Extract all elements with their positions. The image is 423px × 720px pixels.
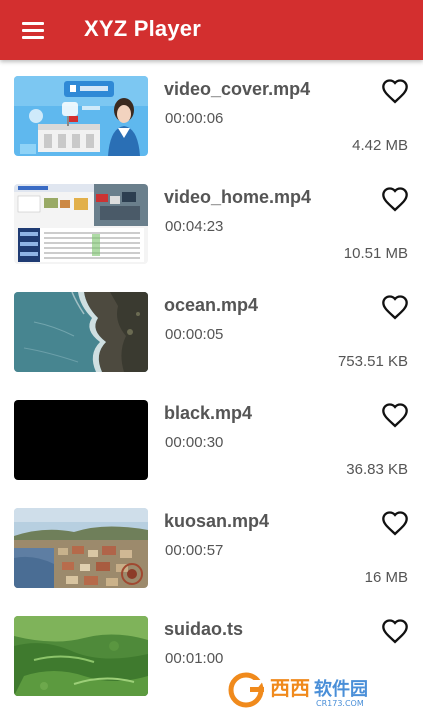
- video-duration: 00:04:23: [165, 218, 224, 235]
- video-name: video_cover.mp4: [164, 79, 311, 99]
- video-thumbnail[interactable]: [14, 76, 148, 156]
- video-name: suidao.ts: [164, 619, 244, 639]
- video-size: 16 MB: [364, 569, 408, 586]
- video-duration: 00:00:05: [165, 326, 224, 343]
- video-size: 753.51 KB: [337, 353, 408, 370]
- site-logo-watermark: 西西 软件园 CR173.COM: [228, 672, 368, 708]
- video-size: 10.51 MB: [343, 245, 408, 262]
- video-list-item[interactable]: black.mp4 00:00:30 36.83 KB: [0, 384, 423, 492]
- favorite-heart-icon[interactable]: [381, 510, 409, 536]
- video-thumbnail[interactable]: [14, 184, 148, 264]
- favorite-heart-icon[interactable]: [381, 294, 409, 320]
- video-duration: 00:01:00: [165, 650, 224, 667]
- favorite-heart-icon[interactable]: [381, 402, 409, 428]
- video-duration: 00:00:06: [165, 110, 224, 127]
- video-size: 36.83 KB: [346, 461, 408, 478]
- favorite-heart-icon[interactable]: [381, 618, 409, 644]
- video-list-item[interactable]: kuosan.mp4 00:00:57 16 MB: [0, 492, 423, 600]
- svg-text:CR173.COM: CR173.COM: [316, 699, 364, 708]
- hamburger-menu-icon[interactable]: [14, 12, 52, 48]
- video-list-item[interactable]: ocean.mp4 00:00:05 753.51 KB: [0, 276, 423, 384]
- video-thumbnail[interactable]: [14, 292, 148, 372]
- favorite-heart-icon[interactable]: [381, 186, 409, 212]
- watermark-overlay: 西西 软件园 CR173.COM: [222, 668, 418, 712]
- svg-text:西西: 西西: [270, 676, 310, 700]
- video-list[interactable]: video_cover.mp4 00:00:06 4.42 MB video_h…: [0, 60, 423, 720]
- video-size: 4.42 MB: [352, 137, 408, 154]
- video-name: black.mp4: [164, 403, 253, 423]
- svg-text:软件园: 软件园: [314, 678, 368, 700]
- video-thumbnail[interactable]: [14, 508, 148, 588]
- video-duration: 00:00:57: [165, 542, 224, 559]
- video-thumbnail[interactable]: [14, 616, 148, 696]
- video-duration: 00:00:30: [165, 434, 224, 451]
- video-name: video_home.mp4: [164, 187, 312, 207]
- app-title: XYZ Player: [84, 16, 201, 41]
- video-list-item[interactable]: video_cover.mp4 00:00:06 4.42 MB: [0, 60, 423, 168]
- video-name: kuosan.mp4: [164, 511, 270, 531]
- video-thumbnail[interactable]: [14, 400, 148, 480]
- favorite-heart-icon[interactable]: [381, 78, 409, 104]
- video-name: ocean.mp4: [164, 295, 259, 315]
- app-bar: XYZ Player: [0, 0, 423, 60]
- video-list-item[interactable]: video_home.mp4 00:04:23 10.51 MB: [0, 168, 423, 276]
